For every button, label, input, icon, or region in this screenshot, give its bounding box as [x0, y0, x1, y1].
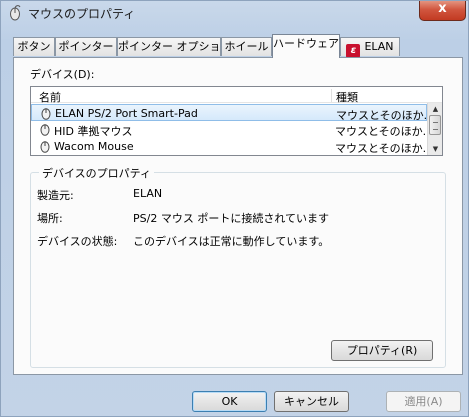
- device-status-label: デバイスの状態:: [37, 235, 118, 248]
- manufacturer-label: 製造元:: [37, 189, 74, 202]
- device-status-value: このデバイスは正常に動作しています。: [133, 235, 330, 248]
- vertical-scrollbar[interactable]: ▲ ▼: [427, 103, 442, 155]
- devices-label: デバイス(D):: [30, 68, 95, 81]
- device-name: ELAN PS/2 Port Smart-Pad: [55, 107, 198, 120]
- mouse-properties-window: マウスのプロパティ x ボタン ポインター ポインター オプション ホイール ハ…: [0, 0, 469, 417]
- tab-elan-label: ELAN: [364, 40, 394, 53]
- tab-hardware[interactable]: ハードウェア: [272, 34, 340, 58]
- ok-button[interactable]: OK: [192, 391, 267, 412]
- scroll-thumb[interactable]: [429, 115, 441, 135]
- tab-pointer-options[interactable]: ポインター オプション: [117, 37, 232, 56]
- tab-wheel[interactable]: ホイール: [221, 37, 272, 56]
- tab-elan[interactable]: ε ELAN: [340, 37, 400, 58]
- apply-button[interactable]: 適用(A): [386, 391, 461, 412]
- tab-pointers[interactable]: ポインター: [55, 37, 117, 56]
- device-type: マウスとそのほか...: [335, 125, 434, 138]
- device-row[interactable]: HID 準拠マウス マウスとそのほか...: [31, 121, 433, 138]
- column-divider: [331, 89, 332, 102]
- mouse-device-icon: [41, 108, 51, 120]
- device-list[interactable]: 名前 種類 ELAN PS/2 Port Smart-Pad マウスとそのほか.…: [30, 86, 443, 156]
- device-type: マウスとそのほか...: [335, 142, 434, 155]
- device-row[interactable]: ELAN PS/2 Port Smart-Pad マウスとそのほか...: [31, 104, 434, 122]
- list-header: 名前 種類: [31, 87, 442, 105]
- group-title: デバイスのプロパティ: [39, 165, 155, 181]
- device-name: Wacom Mouse: [54, 140, 134, 153]
- mouse-icon: [10, 5, 21, 21]
- mouse-device-icon: [40, 124, 50, 136]
- properties-button[interactable]: プロパティ(R): [331, 340, 433, 361]
- column-header-type[interactable]: 種類: [336, 89, 358, 105]
- close-button[interactable]: x: [419, 1, 466, 21]
- title-bar: マウスのプロパティ x: [1, 1, 468, 25]
- tab-strip: ボタン ポインター ポインター オプション ホイール ハードウェア ε ELAN: [13, 34, 463, 58]
- device-properties-group: デバイスのプロパティ 製造元: ELAN 場所: PS/2 マウス ポートに接続…: [30, 165, 446, 368]
- window-title: マウスのプロパティ: [28, 7, 136, 21]
- device-row[interactable]: Wacom Mouse マウスとそのほか...: [31, 138, 433, 155]
- tab-buttons[interactable]: ボタン: [13, 37, 55, 56]
- scroll-down-arrow-icon[interactable]: ▼: [428, 143, 443, 155]
- elan-logo-icon: ε: [346, 44, 361, 58]
- scroll-up-arrow-icon[interactable]: ▲: [428, 103, 443, 115]
- cancel-button[interactable]: キャンセル: [274, 391, 349, 412]
- device-name: HID 準拠マウス: [54, 125, 133, 138]
- manufacturer-value: ELAN: [133, 187, 163, 200]
- hardware-panel: デバイス(D): 名前 種類 ELAN PS/2 Port Smart-Pad …: [13, 57, 463, 375]
- location-label: 場所:: [37, 212, 63, 225]
- mouse-device-icon: [40, 141, 50, 153]
- column-header-name[interactable]: 名前: [39, 89, 61, 105]
- location-value: PS/2 マウス ポートに接続されています: [133, 212, 329, 225]
